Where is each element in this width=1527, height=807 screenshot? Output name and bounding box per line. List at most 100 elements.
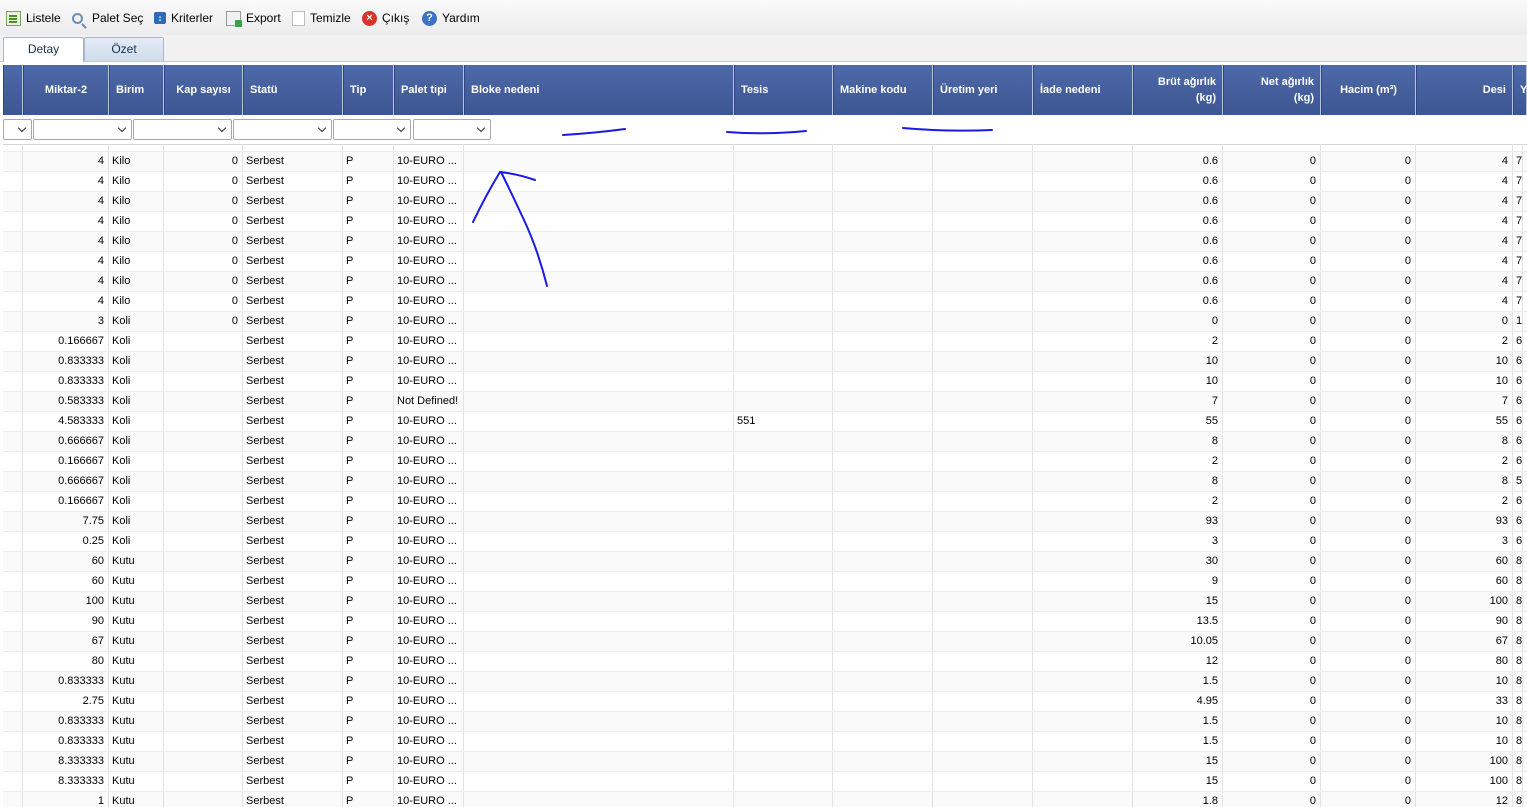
cell-desi: 0 [1416,312,1513,331]
cell-makine-kodu [833,392,933,411]
cell-makine-kodu [833,752,933,771]
table-row[interactable]: 100KutuSerbestP10-EURO ...150010081 [3,592,1527,612]
table-row[interactable]: 0.666667KoliSerbestP10-EURO ...800864 [3,432,1527,452]
toolbar-temizle-button[interactable]: Temizle [292,9,351,27]
cell-ya: 81 [1513,692,1523,711]
table-row[interactable]: 0.166667KoliSerbestP10-EURO ...200268 [3,332,1527,352]
table-row[interactable]: 4Kilo0SerbestP10-EURO ...0.600478 [3,212,1527,232]
column-header-bloke-nedeni[interactable]: Bloke nedeni [464,65,734,115]
filter-dropdown[interactable] [233,119,332,140]
table-row[interactable]: 0.583333KoliSerbestPNot Defined!700764 [3,392,1527,412]
cell-birim: Kutu [109,772,164,791]
cell-brut-agirlik-kg: 0.6 [1133,172,1223,191]
cell-birim: Koli [109,412,164,431]
table-row[interactable]: 4Kilo0SerbestP10-EURO ...0.600478 [3,292,1527,312]
table-row[interactable]: 0.166667KoliSerbestP10-EURO ...200268 [3,492,1527,512]
table-row[interactable]: 8.333333KutuSerbestP10-EURO ...150010081 [3,752,1527,772]
cell-tesis: 551 [734,412,833,431]
table-row[interactable]: 3 Koli 0 Serbest P 10-EURO ... 0 0 0 0 1 [3,312,1527,332]
table-row[interactable]: 0.010007GSerbestP10-EURO ...0.00017( [3,144,1527,152]
toolbar-yardim-button[interactable]: ? Yardım [422,9,480,27]
table-row[interactable]: 8.333333KutuSerbestP10-EURO ...150010081 [3,772,1527,792]
table-row[interactable]: 4Kilo0SerbestP10-EURO ...0.600478 [3,172,1527,192]
column-header-tesis[interactable]: Tesis [734,65,833,115]
column-header-desi[interactable]: Desi [1416,65,1513,115]
cell-birim: G [109,144,164,151]
filter-dropdown[interactable] [413,119,491,140]
column-header-net-agirlik-kg[interactable]: Net ağırlık (kg) [1223,65,1321,115]
column-header-miktar-2[interactable]: Miktar-2 [23,65,109,115]
tab-detay[interactable]: Detay [3,37,84,62]
cell-selector [3,672,23,691]
table-row[interactable]: 0.666667KoliSerbestP10-EURO ...800850 [3,472,1527,492]
toolbar-cikis-button[interactable]: × Çıkış [362,9,409,27]
table-row[interactable]: 67KutuSerbestP10-EURO ...10.05006781 [3,632,1527,652]
cell-tip: P [343,352,394,371]
column-header-uretim-yeri[interactable]: Üretim yeri [933,65,1033,115]
table-row[interactable]: 7.75KoliSerbestP10-EURO ...93009364 [3,512,1527,532]
toolbar-listele-button[interactable]: Listele [6,9,61,27]
table-row[interactable]: 4Kilo0SerbestP10-EURO ...0.600478 [3,272,1527,292]
table-row[interactable]: 80KutuSerbestP10-EURO ...12008081 [3,652,1527,672]
cell-miktar-2: 8.333333 [23,752,109,771]
table-row[interactable]: 4Kilo0SerbestP10-EURO ...0.600478 [3,252,1527,272]
table-row[interactable]: 2.75KutuSerbestP10-EURO ...4.95003381 [3,692,1527,712]
toolbar-kriterler-button[interactable]: ↕ Kriterler [154,9,213,27]
cell-miktar-2: 4 [23,172,109,191]
cell-iade-nedeni [1033,232,1133,251]
column-header-palet-tipi[interactable]: Palet tipi [394,65,464,115]
column-header-selector[interactable] [3,65,23,115]
column-header-birim[interactable]: Birim [109,65,164,115]
table-row[interactable]: 0.833333KutuSerbestP10-EURO ...1.5001080 [3,712,1527,732]
column-header-tip[interactable]: Tip [343,65,394,115]
cell-palet-tipi: 10-EURO ... [394,692,464,711]
filter-dropdown[interactable] [333,119,411,140]
table-row[interactable]: 60KutuSerbestP10-EURO ...9006081 [3,572,1527,592]
filter-dropdown[interactable] [33,119,132,140]
table-row[interactable]: 4Kilo0SerbestP10-EURO ...0.600478 [3,192,1527,212]
column-header-hacim-m[interactable]: Hacim (m³) [1321,65,1416,115]
table-row[interactable]: 0.833333KutuSerbestP10-EURO ...1.5001080 [3,672,1527,692]
cell-tip: P [343,412,394,431]
cell-bloke-nedeni [464,632,734,651]
toolbar-export-button[interactable]: Export [226,9,281,27]
column-header-brut-agirlik-kg[interactable]: Brüt ağırlık (kg) [1133,65,1223,115]
column-header-makine-kodu[interactable]: Makine kodu [833,65,933,115]
cell-uretim-yeri [933,332,1033,351]
column-header-iade-nedeni[interactable]: İade nedeni [1033,65,1133,115]
cell-statu: Serbest [243,572,343,591]
column-header-statu[interactable]: Statü [243,65,343,115]
cell-selector [3,632,23,651]
cell-uretim-yeri [933,372,1033,391]
cell-desi: 10 [1416,672,1513,691]
table-row[interactable]: 0.25KoliSerbestP10-EURO ...300368 [3,532,1527,552]
cell-net-agirlik-kg: 0 [1223,572,1321,591]
cell-brut-agirlik-kg: 0.6 [1133,192,1223,211]
cell-selector [3,192,23,211]
filter-dropdown[interactable] [133,119,232,140]
table-row[interactable]: 0.166667KoliSerbestP10-EURO ...200268 [3,452,1527,472]
toolbar-palet-sec-button[interactable]: Palet Seç [72,9,143,27]
table-row[interactable]: 4Kilo0SerbestP10-EURO ...0.600478 [3,152,1527,172]
table-row[interactable]: 1KutuSerbestP10-EURO ...1.8001280 [3,792,1527,807]
cell-miktar-2: 4.583333 [23,412,109,431]
cell-birim: Kilo [109,272,164,291]
cell-birim: Koli [109,452,164,471]
column-header-kap-sayisi[interactable]: Kap sayısı [164,65,243,115]
cell-miktar-2: 7.75 [23,512,109,531]
cell-statu: Serbest [243,472,343,491]
tab-ozet[interactable]: Özet [84,37,164,61]
cell-net-agirlik-kg: 0 [1223,392,1321,411]
table-row[interactable]: 0.833333KutuSerbestP10-EURO ...1.5001086 [3,732,1527,752]
cell-palet-tipi: 10-EURO ... [394,192,464,211]
table-row[interactable]: 0.833333KoliSerbestP10-EURO ...10001068 [3,372,1527,392]
grid-body[interactable]: 0.010007GSerbestP10-EURO ...0.00017(4Kil… [3,144,1527,807]
filter-dropdown[interactable] [3,119,32,140]
column-header-ya[interactable]: Ya [1513,65,1527,115]
table-row[interactable]: 4Kilo0SerbestP10-EURO ...0.600478 [3,232,1527,252]
cell-tip: P [343,372,394,391]
table-row[interactable]: 0.833333KoliSerbestP10-EURO ...10001068 [3,352,1527,372]
table-row[interactable]: 90KutuSerbestP10-EURO ...13.5009081 [3,612,1527,632]
table-row[interactable]: 4.583333 Koli Serbest P 10-EURO ... 551 55 0 0 55… [3,412,1527,432]
table-row[interactable]: 60KutuSerbestP10-EURO ...30006081 [3,552,1527,572]
